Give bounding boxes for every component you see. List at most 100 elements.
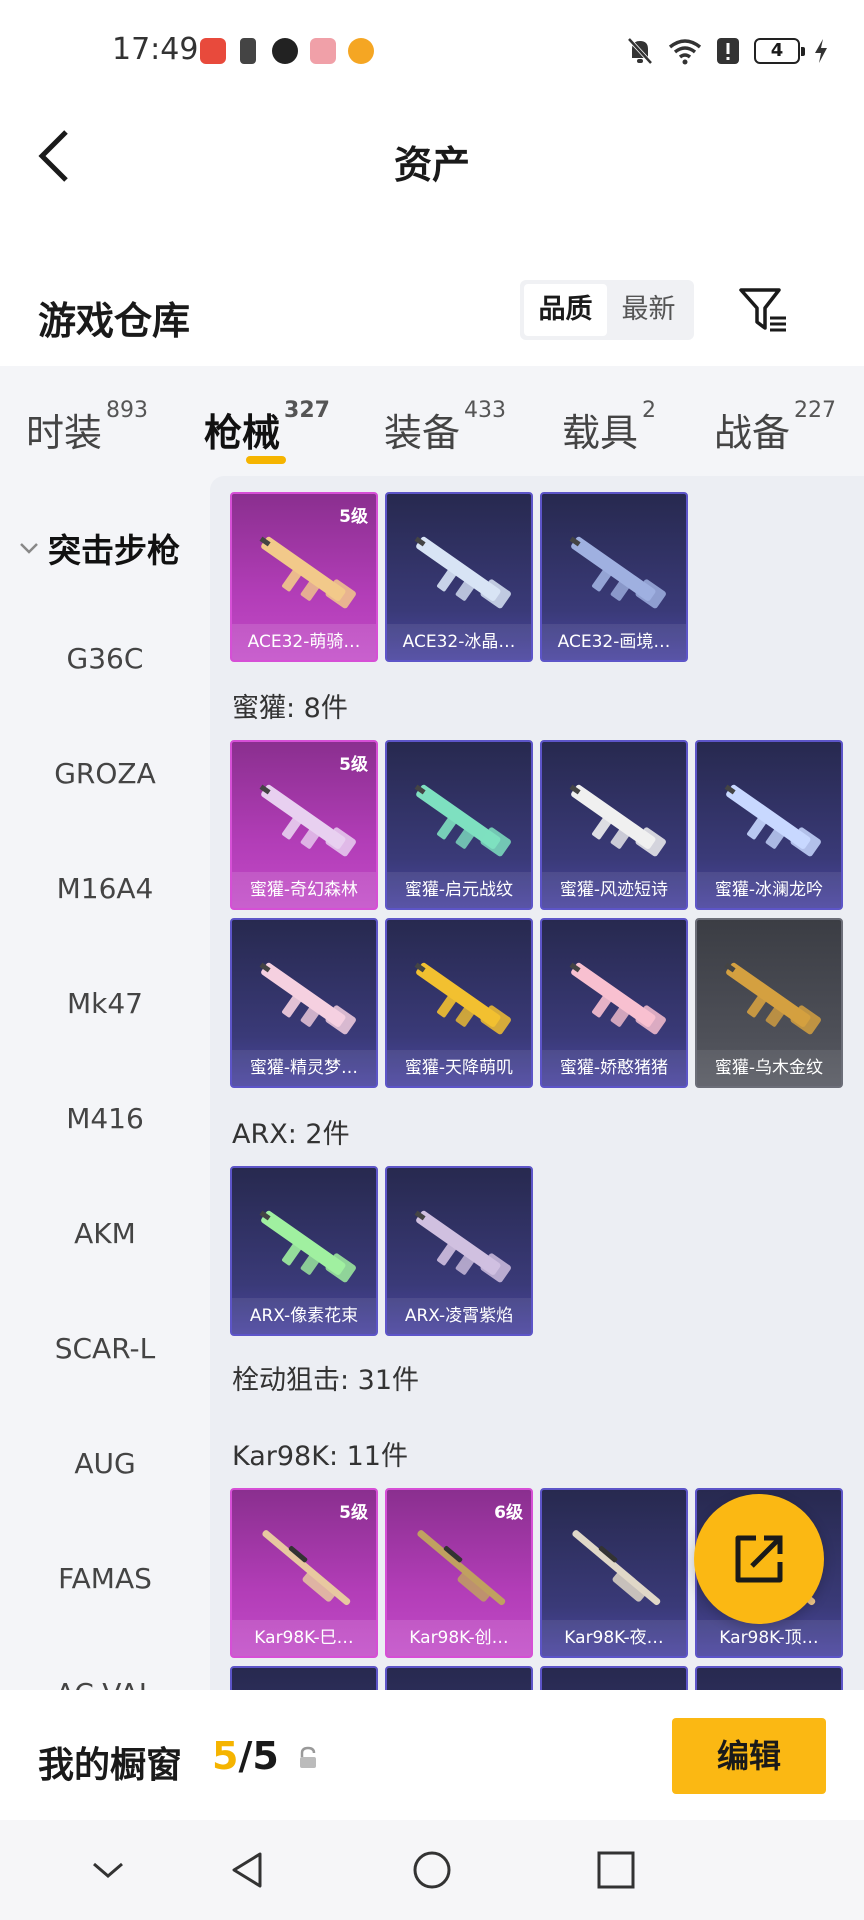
status-bar: 17:49 4 — [0, 0, 864, 104]
skin-card[interactable]: 5级 蜜獾-奇幻森林 — [230, 740, 378, 910]
skin-card[interactable]: 蜜獾-天降萌叽 — [385, 918, 533, 1088]
tab-equipment[interactable]: 装备433 — [384, 398, 506, 457]
skin-card-partial[interactable] — [695, 1666, 843, 1690]
edit-button[interactable]: 编辑 — [672, 1718, 826, 1794]
sidebar-item-aug[interactable]: AUG — [0, 1447, 210, 1480]
skin-card[interactable]: ACE32-画境… — [540, 492, 688, 662]
notification-qq-icon — [272, 38, 298, 64]
battery-indicator: 4 — [754, 38, 805, 64]
sniper-rifle-icon — [572, 1530, 661, 1606]
skin-card-partial[interactable] — [385, 1666, 533, 1690]
section-label-honey-badger: 蜜獾: 8件 — [232, 693, 348, 724]
showcase-label: 我的橱窗 — [38, 1745, 183, 1786]
app-header: 资产 — [0, 104, 864, 216]
showcase-bar: 我的橱窗 5/5 编辑 — [0, 1690, 864, 1820]
skin-card[interactable]: 蜜獾-冰澜龙吟 — [695, 740, 843, 910]
skin-name: 蜜獾-天降萌叽 — [387, 1050, 531, 1086]
filter-icon[interactable] — [738, 284, 790, 336]
sidebar-item-ac-val[interactable]: AC-VAL — [0, 1677, 210, 1690]
skin-card[interactable]: 蜜獾-风迹短诗 — [540, 740, 688, 910]
skin-card[interactable]: 蜜獾-娇憨猪猪 — [540, 918, 688, 1088]
sidebar-item-g36c[interactable]: G36C — [0, 642, 210, 675]
status-time: 17:49 — [112, 32, 199, 67]
skin-card-partial[interactable] — [540, 1666, 688, 1690]
notification-app3-icon — [348, 38, 374, 64]
nav-recents-icon[interactable] — [594, 1848, 638, 1892]
sniper-rifle-icon — [262, 1530, 351, 1606]
rifle-icon — [414, 962, 511, 1035]
sidebar-item-scar-l[interactable]: SCAR-L — [0, 1332, 210, 1365]
share-button[interactable] — [694, 1494, 824, 1624]
showcase-used: 5 — [212, 1734, 239, 1778]
tab-count: 433 — [464, 398, 507, 423]
rifle-icon — [259, 1210, 356, 1283]
skin-card[interactable]: ARX-像素花束 — [230, 1166, 378, 1336]
wifi-icon — [668, 39, 702, 65]
tab-count: 327 — [284, 398, 330, 423]
skin-name: 蜜獾-娇憨猪猪 — [542, 1050, 686, 1086]
tab-weapons[interactable]: 枪械327 — [204, 398, 330, 457]
sidebar-item-m16a4[interactable]: M16A4 — [0, 872, 210, 905]
skin-card[interactable]: 蜜獾-精灵梦… — [230, 918, 378, 1088]
sidebar-item-akm[interactable]: AKM — [0, 1217, 210, 1250]
sort-toggle: 品质 最新 — [520, 280, 694, 340]
tab-count: 893 — [106, 398, 149, 423]
skin-name: 蜜獾-启元战纹 — [387, 872, 531, 908]
share-external-icon — [735, 1535, 783, 1583]
skin-name: ACE32-画境… — [542, 624, 686, 660]
tab-fashion[interactable]: 时装893 — [26, 398, 148, 457]
skin-card-partial[interactable] — [230, 1666, 378, 1690]
skin-card[interactable]: ARX-凌霄紫焰 — [385, 1166, 533, 1336]
skin-card[interactable]: 6级 Kar98K-创… — [385, 1488, 533, 1658]
skin-name: 蜜獾-风迹短诗 — [542, 872, 686, 908]
tab-gear[interactable]: 战备227 — [714, 398, 836, 457]
active-tab-indicator — [246, 456, 286, 464]
tab-count: 227 — [794, 398, 837, 423]
sidebar-item-mk47[interactable]: Mk47 — [0, 987, 210, 1020]
sidebar-group-label: 突击步枪 — [48, 531, 180, 570]
sniper-rifle-icon — [417, 1530, 506, 1606]
section-label-bolt-sniper: 栓动狙击: 31件 — [232, 1365, 420, 1396]
showcase-total: /5 — [238, 1734, 279, 1778]
rifle-icon — [569, 784, 666, 857]
category-tabs: 时装893 枪械327 装备433 载具2 战备227 — [0, 366, 864, 476]
rifle-icon — [724, 962, 821, 1035]
weapon-type-sidebar: 突击步枪 G36C GROZA M16A4 Mk47 M416 AKM SCAR… — [0, 476, 210, 1690]
lock-icon — [300, 1746, 316, 1768]
chevron-down-icon[interactable] — [86, 1848, 130, 1892]
sort-quality[interactable]: 品质 — [524, 284, 607, 336]
skin-name: ACE32-萌骑… — [232, 624, 376, 660]
skin-name: Kar98K-创… — [387, 1620, 531, 1656]
page-title: 资产 — [393, 143, 470, 187]
skin-name: 蜜獾-冰澜龙吟 — [697, 872, 841, 908]
sidebar-item-m416[interactable]: M416 — [0, 1102, 210, 1135]
nav-back-icon[interactable] — [226, 1848, 270, 1892]
skin-name: Kar98K-巳… — [232, 1620, 376, 1656]
tab-label: 载具 — [562, 411, 639, 455]
sort-newest[interactable]: 最新 — [607, 284, 690, 336]
tab-label: 装备 — [384, 411, 461, 455]
sidebar-group-assault-rifles[interactable]: 突击步枪 — [18, 524, 180, 572]
skin-card[interactable]: 蜜獾-启元战纹 — [385, 740, 533, 910]
skin-card[interactable]: 蜜獾-乌木金纹 — [695, 918, 843, 1088]
sidebar-item-groza[interactable]: GROZA — [0, 757, 210, 790]
mute-bell-icon — [627, 37, 653, 65]
sidebar-item-famas[interactable]: FAMAS — [0, 1562, 210, 1595]
skin-card[interactable]: 5级 ACE32-萌骑… — [230, 492, 378, 662]
rifle-icon — [259, 536, 356, 609]
status-icons: 4 — [626, 36, 828, 66]
skin-name: Kar98K-顶… — [697, 1620, 841, 1656]
skin-name: 蜜獾-乌木金纹 — [697, 1050, 841, 1086]
skin-card[interactable]: 5级 Kar98K-巳… — [230, 1488, 378, 1658]
nav-home-icon[interactable] — [410, 1848, 454, 1892]
tab-label: 枪械 — [204, 411, 281, 455]
warehouse-header: 游戏仓库 品质 最新 — [0, 272, 864, 366]
tab-label: 战备 — [714, 411, 791, 455]
system-nav-bar — [0, 1820, 864, 1920]
skin-card[interactable]: Kar98K-夜… — [540, 1488, 688, 1658]
charging-icon — [815, 39, 827, 63]
rifle-icon — [569, 536, 666, 609]
tab-vehicles[interactable]: 载具2 — [562, 398, 656, 457]
skin-card[interactable]: ACE32-冰晶… — [385, 492, 533, 662]
section-label-arx: ARX: 2件 — [232, 1119, 350, 1150]
